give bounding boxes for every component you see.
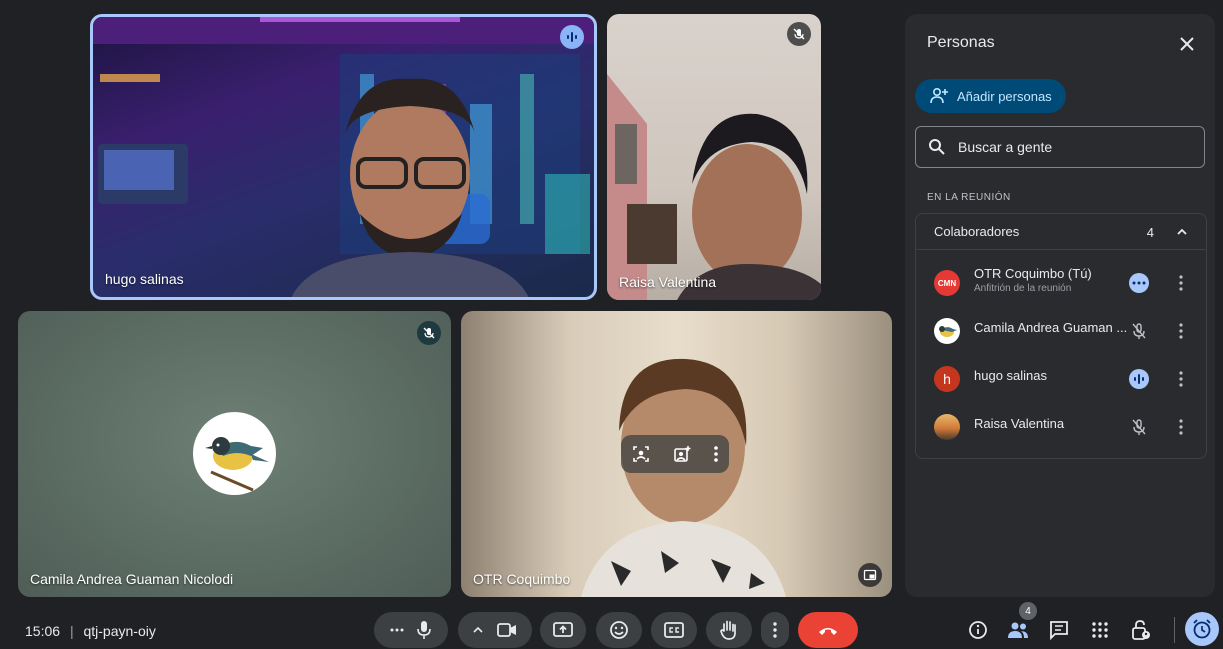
speaking-indicator-icon bbox=[1129, 369, 1149, 389]
video-tile-self[interactable]: OTR Coquimbo bbox=[461, 311, 892, 597]
alarm-clock-icon bbox=[1193, 619, 1211, 639]
clock-time: 15:06 bbox=[25, 623, 61, 639]
mic-off-icon bbox=[417, 321, 441, 345]
more-options-button[interactable] bbox=[761, 612, 789, 648]
self-view-overlay-toolbar bbox=[621, 435, 729, 473]
avatar bbox=[193, 412, 276, 495]
video-control-group bbox=[458, 612, 532, 648]
raise-hand-button[interactable] bbox=[706, 612, 752, 648]
more-options-icon[interactable] bbox=[1172, 320, 1190, 342]
divider bbox=[1174, 617, 1175, 643]
closed-captions-icon bbox=[664, 622, 684, 638]
hand-icon bbox=[720, 620, 736, 640]
panel-title: Personas bbox=[927, 34, 995, 51]
video-tile-hugo[interactable]: hugo salinas bbox=[90, 14, 597, 300]
activities-button[interactable] bbox=[1085, 615, 1115, 645]
apps-grid-icon bbox=[1092, 622, 1108, 638]
participant-name: Camila Andrea Guaman ... bbox=[974, 320, 1128, 335]
visual-effects-icon[interactable] bbox=[672, 444, 692, 464]
reactions-button[interactable] bbox=[596, 612, 642, 648]
close-icon[interactable] bbox=[1175, 32, 1199, 56]
mic-off-icon bbox=[1128, 320, 1150, 342]
participant-name: Raisa Valentina bbox=[974, 416, 1065, 431]
meeting-details-button[interactable] bbox=[963, 615, 993, 645]
present-screen-button[interactable] bbox=[540, 612, 586, 648]
chevron-up-icon[interactable] bbox=[473, 626, 483, 634]
participant-role: Anfitrión de la reunión bbox=[974, 283, 1072, 294]
add-people-label: Añadir personas bbox=[957, 88, 1052, 104]
participant-name: Camila Andrea Guaman Nicolodi bbox=[30, 571, 234, 587]
mic-off-icon bbox=[1128, 416, 1150, 438]
separator: | bbox=[69, 623, 74, 639]
avatar: h bbox=[934, 366, 960, 392]
participant-name: OTR Coquimbo bbox=[473, 571, 571, 587]
bird-avatar-image bbox=[939, 326, 957, 337]
audio-control-group bbox=[374, 612, 448, 648]
group-header[interactable]: Colaboradores 4 bbox=[916, 214, 1206, 250]
framing-icon[interactable] bbox=[631, 444, 651, 464]
video-background-image bbox=[607, 74, 821, 300]
group-count: 4 bbox=[1146, 225, 1154, 240]
meeting-code: qtj-payn-oiy bbox=[83, 623, 156, 639]
add-people-button[interactable]: Añadir personas bbox=[915, 79, 1066, 113]
search-input[interactable] bbox=[956, 138, 1180, 156]
participant-name: hugo salinas bbox=[105, 271, 184, 287]
group-label: Colaboradores bbox=[934, 224, 1020, 239]
more-options-icon[interactable] bbox=[713, 445, 719, 463]
people-panel: Personas Añadir personas EN LA REUNIÓN C… bbox=[905, 14, 1215, 597]
chevron-up-icon[interactable] bbox=[1172, 222, 1192, 242]
section-label: EN LA REUNIÓN bbox=[927, 192, 1011, 203]
mic-off-icon bbox=[787, 22, 811, 46]
avatar bbox=[934, 414, 960, 440]
participant-name: Raisa Valentina bbox=[619, 274, 717, 290]
participant-row[interactable]: CMN OTR Coquimbo (Tú) Anfitrión de la re… bbox=[916, 262, 1206, 302]
bottom-bar: 15:06 | qtj-payn-oiy 4 bbox=[0, 602, 1223, 649]
video-tile-raisa[interactable]: Raisa Valentina bbox=[607, 14, 821, 300]
avatar-letter: h bbox=[943, 371, 951, 387]
search-icon bbox=[928, 138, 946, 156]
hang-up-icon bbox=[819, 628, 837, 635]
video-background-image bbox=[93, 17, 594, 297]
microphone-button[interactable] bbox=[416, 620, 432, 640]
participant-row[interactable]: Raisa Valentina bbox=[916, 406, 1206, 446]
participants-count-badge: 4 bbox=[1019, 602, 1037, 620]
bird-avatar-image bbox=[205, 437, 269, 492]
more-options-icon[interactable] bbox=[1172, 368, 1190, 390]
avatar-logo-text: CMN bbox=[937, 278, 957, 288]
camera-button[interactable] bbox=[497, 622, 517, 638]
participant-row[interactable]: Camila Andrea Guaman ... bbox=[916, 310, 1206, 350]
leave-call-button[interactable] bbox=[798, 612, 858, 648]
speaking-options-icon[interactable] bbox=[1129, 273, 1149, 293]
participants-group: Colaboradores 4 CMN OTR Coquimbo (Tú) An… bbox=[915, 213, 1207, 459]
host-controls-button[interactable] bbox=[1126, 615, 1156, 645]
alarm-button[interactable] bbox=[1185, 612, 1219, 646]
more-vert-icon bbox=[773, 622, 777, 638]
chat-icon bbox=[1050, 621, 1068, 640]
participant-name: OTR Coquimbo (Tú) bbox=[974, 266, 1092, 281]
minimize-self-view-icon[interactable] bbox=[858, 563, 882, 587]
more-options-icon[interactable] bbox=[1172, 416, 1190, 438]
present-screen-icon bbox=[553, 622, 573, 637]
chat-button[interactable] bbox=[1044, 615, 1074, 645]
video-tile-camila[interactable]: Camila Andrea Guaman Nicolodi bbox=[18, 311, 451, 597]
meeting-info: 15:06 | qtj-payn-oiy bbox=[25, 623, 156, 639]
audio-options-button[interactable] bbox=[390, 628, 404, 632]
speaking-indicator-icon bbox=[560, 25, 584, 49]
avatar: CMN bbox=[934, 270, 960, 296]
participant-row[interactable]: h hugo salinas bbox=[916, 358, 1206, 398]
lock-person-icon bbox=[1132, 620, 1150, 640]
search-box[interactable] bbox=[915, 126, 1205, 168]
add-person-icon bbox=[929, 87, 949, 105]
participant-name: hugo salinas bbox=[974, 368, 1047, 383]
avatar bbox=[934, 318, 960, 344]
more-options-icon[interactable] bbox=[1172, 272, 1190, 294]
info-icon bbox=[969, 621, 987, 639]
people-icon bbox=[1008, 622, 1028, 638]
emoji-icon bbox=[610, 621, 628, 639]
captions-button[interactable] bbox=[651, 612, 697, 648]
